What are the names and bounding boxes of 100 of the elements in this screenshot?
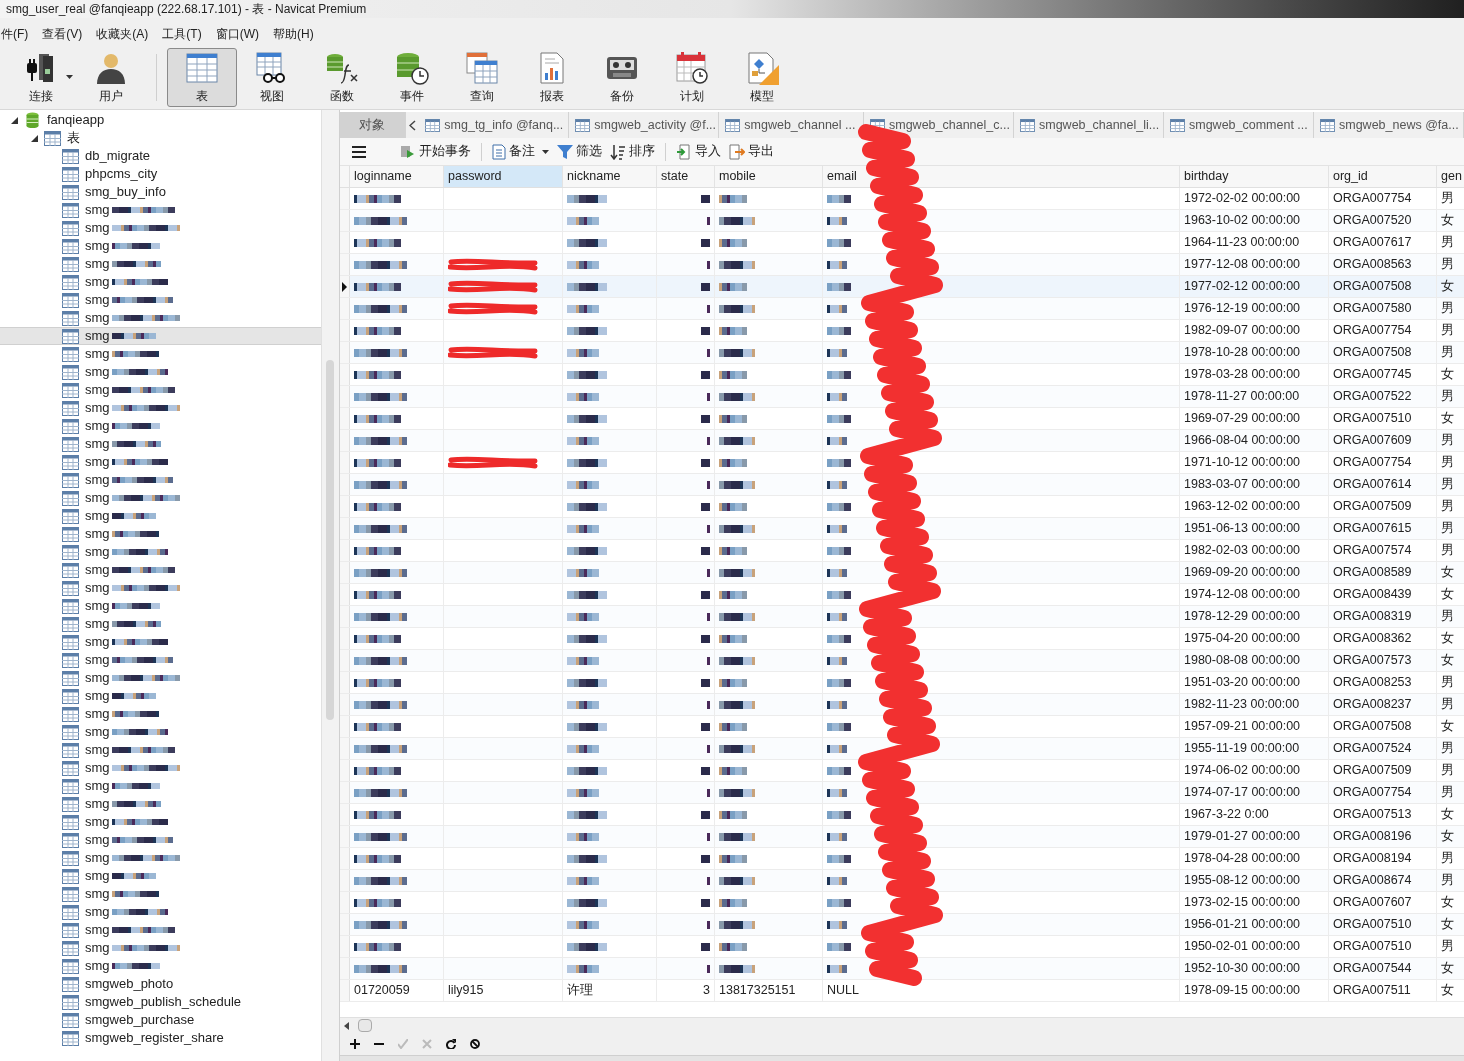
refresh-icon[interactable] [444,1039,458,1049]
toolbar-button[interactable]: 表 [167,48,237,107]
tree-item[interactable]: smg [0,957,322,975]
tree-item[interactable]: smg [0,633,322,651]
column-header[interactable]: nickname [563,166,657,187]
tree-item[interactable]: smg [0,345,322,363]
tree-item[interactable]: smg [0,723,322,741]
tree-item[interactable]: smg [0,669,322,687]
tree-item[interactable]: smg [0,399,322,417]
tree-item[interactable]: smg [0,237,322,255]
column-header[interactable]: mobile [715,166,823,187]
expanded-arrow-icon[interactable] [30,134,38,142]
horizontal-scrollbar-thumb[interactable] [358,1019,372,1032]
tree-item[interactable]: smg [0,417,322,435]
toolbar-button[interactable]: 连接 [6,48,76,107]
tree-item[interactable]: smg [0,327,322,345]
table-cell-text: 1969-07-29 00:00:00 [1184,410,1301,428]
menu-icon[interactable] [352,145,366,158]
tree-item[interactable]: smg [0,471,322,489]
column-header[interactable]: state [657,166,715,187]
tree-item[interactable]: db_migrate [0,147,322,165]
tree-item[interactable]: smg [0,741,322,759]
tree-item[interactable]: smg [0,849,322,867]
toolbar-button[interactable]: 视图 [237,48,307,107]
toolbar-button[interactable]: 开始事务 [398,142,473,161]
tree-item[interactable]: smgweb_photo [0,975,322,993]
tree-item[interactable]: smg [0,705,322,723]
tree-item[interactable]: smgweb_register_share [0,1029,322,1047]
tree-item[interactable]: smg [0,489,322,507]
toolbar-button[interactable]: 用户 [76,48,146,107]
scroll-left-icon[interactable] [342,1020,352,1031]
tree-item[interactable]: smg [0,921,322,939]
tree-item[interactable]: smgweb_purchase [0,1011,322,1029]
tree-item[interactable]: 表 [67,128,80,148]
tree-item[interactable]: smg [0,219,322,237]
toolbar-button[interactable]: 函数 [307,48,377,107]
tree-item[interactable]: phpcms_city [0,165,322,183]
menu-item[interactable]: 帮助(H) [272,25,315,43]
tree-item[interactable]: smg [0,543,322,561]
tree-item[interactable]: smg [0,525,322,543]
pixelated-text [701,414,710,423]
column-header[interactable]: gen [1437,166,1464,187]
tree-item[interactable]: smg [0,687,322,705]
menu-item[interactable]: 收藏夹(A) [95,25,150,43]
tree-item[interactable]: smg [0,903,322,921]
toolbar-button[interactable]: 导出 [727,142,776,161]
tree-item[interactable]: smg [0,201,322,219]
tree-item[interactable]: smg [0,831,322,849]
menu-item[interactable]: 件(F) [0,25,30,43]
column-header[interactable]: loginname [350,166,444,187]
tree-item[interactable]: smg [0,759,322,777]
toolbar-button[interactable]: 筛选 [555,142,604,161]
tree-item[interactable]: smg [0,507,322,525]
discard-icon[interactable] [420,1039,434,1049]
tree-item[interactable]: smg [0,453,322,471]
add-icon[interactable] [348,1039,362,1049]
apply-icon[interactable] [396,1039,410,1049]
tab[interactable]: 对象 [340,112,406,138]
toolbar-button[interactable]: 模型 [727,48,797,107]
expanded-arrow-icon[interactable] [10,116,18,124]
toolbar-button[interactable]: 报表 [517,48,587,107]
toolbar-button[interactable]: 计划 [657,48,727,107]
column-header[interactable]: birthday [1180,166,1329,187]
vertical-scrollbar[interactable] [321,110,339,1061]
tree-item[interactable]: fanqieapp [47,110,105,130]
menu-item[interactable]: 工具(T) [161,25,203,43]
toolbar-button[interactable]: 备份 [587,48,657,107]
column-header[interactable]: password [444,166,563,187]
tree-item[interactable]: smg [0,777,322,795]
tree-item[interactable]: smg [0,813,322,831]
stop-icon[interactable] [468,1039,482,1049]
tree-item[interactable]: smg [0,939,322,957]
tree-item[interactable]: smg [0,381,322,399]
toolbar-button[interactable]: 备注 [490,142,551,161]
menu-item[interactable]: 窗口(W) [214,25,260,43]
tree-item[interactable]: smg [0,615,322,633]
menu-item[interactable]: 查看(V) [41,25,84,43]
tree-item[interactable]: smg [0,291,322,309]
tree-item[interactable]: smg [0,597,322,615]
tree-item[interactable]: smg [0,363,322,381]
toolbar-button[interactable]: 导入 [674,142,723,161]
column-header[interactable]: org_id [1329,166,1437,187]
tree-item[interactable]: smg [0,795,322,813]
toolbar-button[interactable]: 查询 [447,48,517,107]
tree-item[interactable]: smg [0,561,322,579]
toolbar-button[interactable]: 排序 [608,142,657,161]
tree-item[interactable]: smgweb_publish_schedule [0,993,322,1011]
tree-item[interactable]: smg [0,867,322,885]
toolbar-button[interactable]: 事件 [377,48,447,107]
tree-item[interactable]: smg [0,435,322,453]
tree-item[interactable]: smg [0,651,322,669]
tree-item[interactable]: smg_buy_info [0,183,322,201]
tree-item[interactable]: smg [0,273,322,291]
tree-item[interactable]: smg [0,885,322,903]
tree-item[interactable]: smg [0,255,322,273]
pixelated-text [827,436,847,445]
tree-item[interactable]: smg [0,579,322,597]
tree-item[interactable]: smg [0,309,322,327]
pixelated-text [827,238,851,247]
row-header[interactable] [340,276,350,297]
